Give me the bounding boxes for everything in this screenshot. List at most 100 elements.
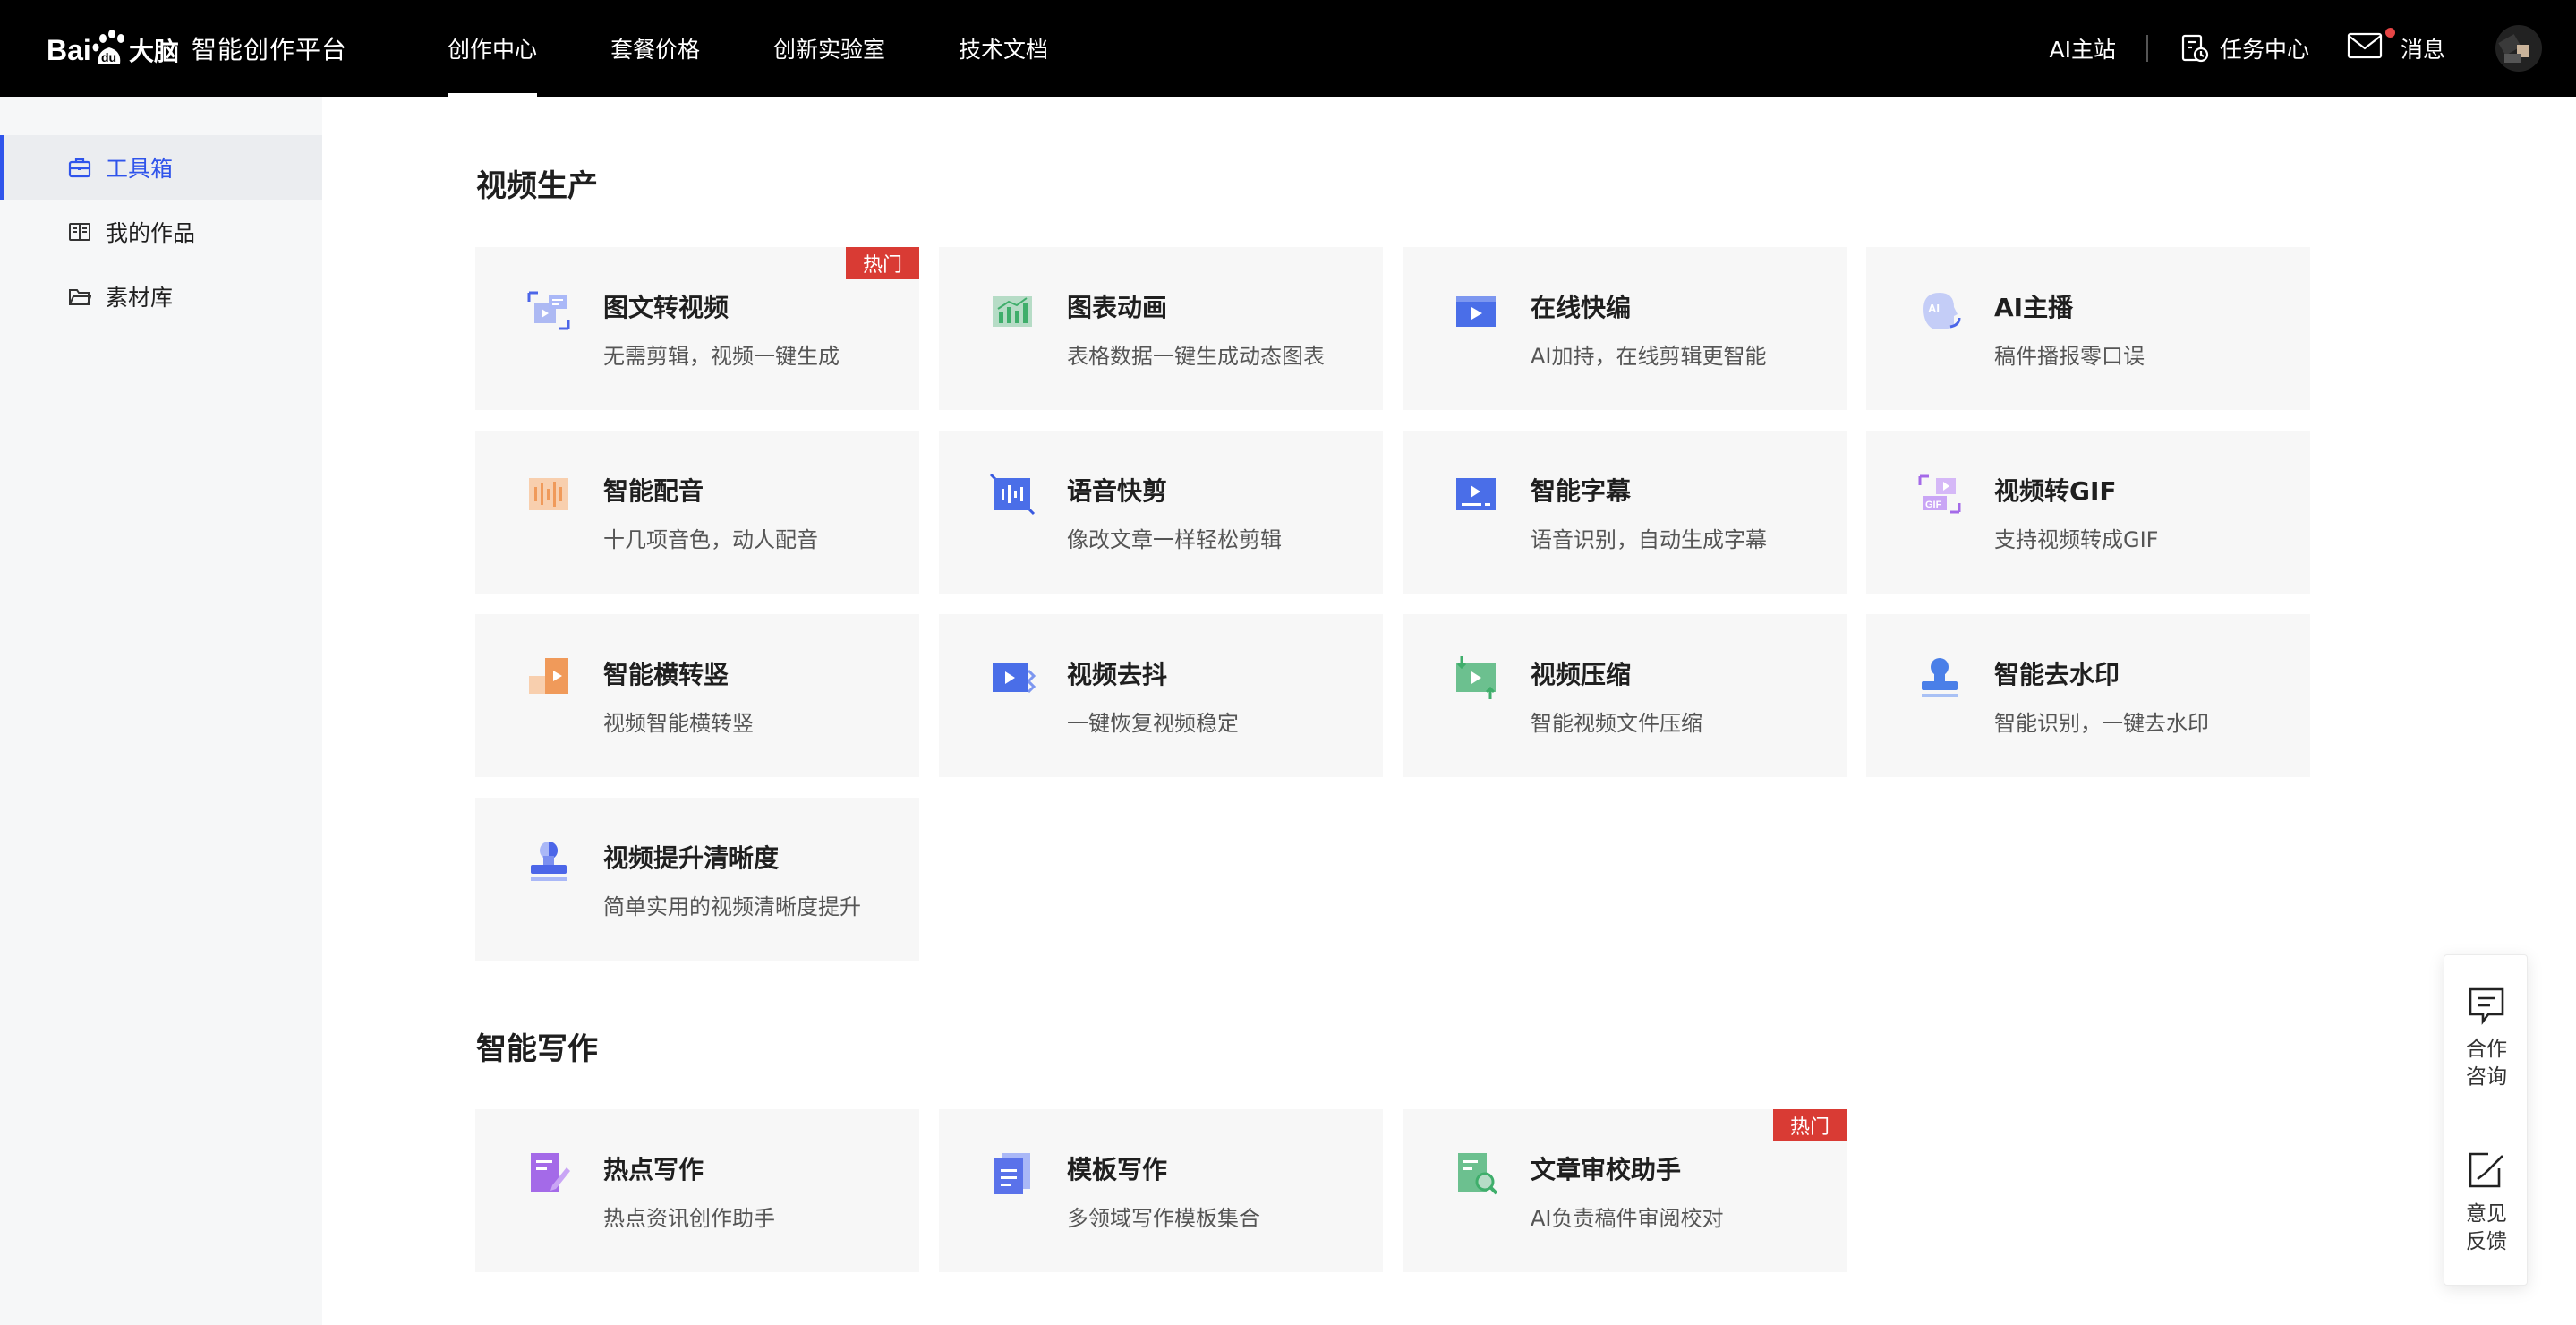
card-desc: 表格数据一键生成动态图表 [1067,344,1325,369]
svg-text:GIF: GIF [1925,500,1942,510]
card-title: 文章审校助手 [1531,1155,1682,1184]
card-desc: 稿件播报零口误 [1994,344,2145,369]
nav-pricing[interactable]: 套餐价格 [610,0,700,97]
card-title: 视频压缩 [1531,660,1632,689]
tool-card-enhance-clarity[interactable]: 视频提升清晰度 简单实用的视频清晰度提升 [475,798,919,961]
card-title: 智能配音 [603,476,704,506]
main-nav: 创作中心 套餐价格 创新实验室 技术文档 [448,0,1122,97]
messages-label: 消息 [2400,37,2445,63]
svg-text:AI: AI [1928,302,1940,315]
card-desc: 像改文章一样轻松剪辑 [1067,527,1282,552]
card-title: 视频转GIF [1994,476,2117,506]
enhance-clarity-icon [531,842,567,881]
book-icon [69,223,90,241]
proofread-icon [1458,1153,1498,1195]
voiceover-icon [529,478,568,510]
tool-card-voice-cut[interactable]: 语音快剪 像改文章一样轻松剪辑 [939,431,1383,594]
consult-label: 合作咨询 [2466,1038,2507,1089]
sidebar-item-my-works[interactable]: 我的作品 [0,200,322,264]
ai-main-site-link[interactable]: AI主站 [2049,32,2115,64]
message-icon-wrap [2347,28,2395,65]
card-desc: 简单实用的视频清晰度提升 [603,894,861,919]
card-desc: 智能识别，一键去水印 [1994,711,2209,736]
nav-innovation-lab[interactable]: 创新实验室 [773,0,885,97]
sidebar-item-label: 我的作品 [106,220,196,246]
tool-card-chart-animation[interactable]: 图表动画 表格数据一键生成动态图表 [939,247,1383,410]
tool-card-video-to-gif[interactable]: GIF 视频转GIF 支持视频转成GIF [1866,431,2310,594]
sidebar-item-label: 素材库 [106,285,174,311]
sidebar-item-materials[interactable]: 素材库 [0,264,322,329]
nav-tech-docs[interactable]: 技术文档 [959,0,1048,97]
landscape-to-portrait-icon [529,658,568,694]
header-actions: AI主站 任务中心 消息 [2049,0,2542,97]
task-center-link[interactable]: 任务中心 [2179,32,2309,64]
tool-card-ai-anchor[interactable]: AI AI主播 稿件播报零口误 [1866,247,2310,410]
unread-dot [2384,28,2395,38]
mail-icon [2347,32,2383,59]
card-title: 图文转视频 [603,293,729,322]
card-title: 语音快剪 [1067,476,1168,506]
card-title: 智能横转竖 [603,660,729,689]
floating-help-panel: 合作咨询 意见反馈 [2444,954,2528,1286]
compress-icon [1456,656,1496,699]
stabilize-icon [993,663,1036,694]
baidu-logo-icon: Bai du 大脑 [47,30,179,66]
svg-text:du: du [101,50,116,64]
card-title: 视频提升清晰度 [603,843,780,873]
messages-link[interactable]: 消息 [2347,28,2445,65]
tool-card-subtitle[interactable]: 智能字幕 语音识别，自动生成字幕 [1403,431,1847,594]
tool-card-image-to-video[interactable]: 图文转视频 无需剪辑，视频一键生成 热门 [475,247,919,410]
card-title: 智能去水印 [1994,660,2120,689]
card-title: 热点写作 [603,1155,704,1184]
chat-icon [2469,987,2504,1025]
tool-card-remove-watermark[interactable]: 智能去水印 智能识别，一键去水印 [1866,614,2310,777]
card-desc: AI负责稿件审阅校对 [1531,1206,1724,1231]
hot-badge: 热门 [846,247,919,279]
tool-card-voiceover[interactable]: 智能配音 十几项音色，动人配音 [475,431,919,594]
nav-creation-center[interactable]: 创作中心 [448,0,538,97]
remove-watermark-icon [1922,658,1958,697]
platform-name: 智能创作平台 [192,35,348,64]
task-clock-icon [2181,34,2209,63]
card-desc: 无需剪辑，视频一键生成 [603,344,840,369]
subtitle-icon [1456,478,1496,510]
chart-animation-icon [993,296,1032,327]
tool-card-template-writing[interactable]: 模板写作 多领域写作模板集合 [939,1109,1383,1272]
svg-text:大脑: 大脑 [129,37,179,66]
hot-badge: 热门 [1773,1109,1847,1141]
video-to-gif-icon: GIF [1918,474,1961,514]
user-avatar[interactable] [2495,25,2542,72]
image-to-video-icon [527,291,570,330]
card-desc: 多领域写作模板集合 [1067,1206,1260,1231]
section-title-video: 视频生产 [476,168,598,204]
card-title: 模板写作 [1067,1155,1168,1184]
tool-card-hot-writing[interactable]: 热点写作 热点资讯创作助手 [475,1109,919,1272]
left-sidebar: 工具箱 我的作品 素材库 [0,97,322,1325]
baidu-brain-logo[interactable]: Bai du 大脑 智能创作平台 [47,21,347,75]
card-desc: 语音识别，自动生成字幕 [1531,527,1767,552]
tool-card-online-edit[interactable]: 在线快编 AI加持，在线剪辑更智能 [1403,247,1847,410]
card-title: 图表动画 [1067,293,1168,322]
card-desc: 热点资讯创作助手 [603,1206,775,1231]
svg-text:Bai: Bai [47,34,91,66]
card-title: 在线快编 [1531,293,1632,322]
tool-card-stabilize[interactable]: 视频去抖 一键恢复视频稳定 [939,614,1383,777]
tool-card-compress[interactable]: 视频压缩 智能视频文件压缩 [1403,614,1847,777]
card-desc: 视频智能横转竖 [603,711,754,736]
online-edit-icon [1456,296,1496,327]
card-title: 视频去抖 [1067,660,1168,689]
sidebar-item-toolbox[interactable]: 工具箱 [0,135,322,200]
edit-feedback-icon [2469,1152,2503,1188]
card-desc: 支持视频转成GIF [1994,527,2159,552]
feedback-button[interactable]: 意见反馈 [2444,1150,2529,1256]
folder-icon [69,289,91,305]
tool-card-landscape-to-portrait[interactable]: 智能横转竖 视频智能横转竖 [475,614,919,777]
card-title: AI主播 [1994,293,2074,322]
top-header: Bai du 大脑 智能创作平台 创作中心 套餐价格 创新实验室 技术文档 AI… [0,0,2576,97]
task-center-label: 任务中心 [2219,37,2309,63]
card-desc: AI加持，在线剪辑更智能 [1531,344,1767,369]
consult-button[interactable]: 合作咨询 [2444,986,2529,1091]
sidebar-item-label: 工具箱 [106,156,174,182]
feedback-label: 意见反馈 [2466,1202,2507,1253]
tool-card-proofread[interactable]: 文章审校助手 AI负责稿件审阅校对 热门 [1403,1109,1847,1272]
